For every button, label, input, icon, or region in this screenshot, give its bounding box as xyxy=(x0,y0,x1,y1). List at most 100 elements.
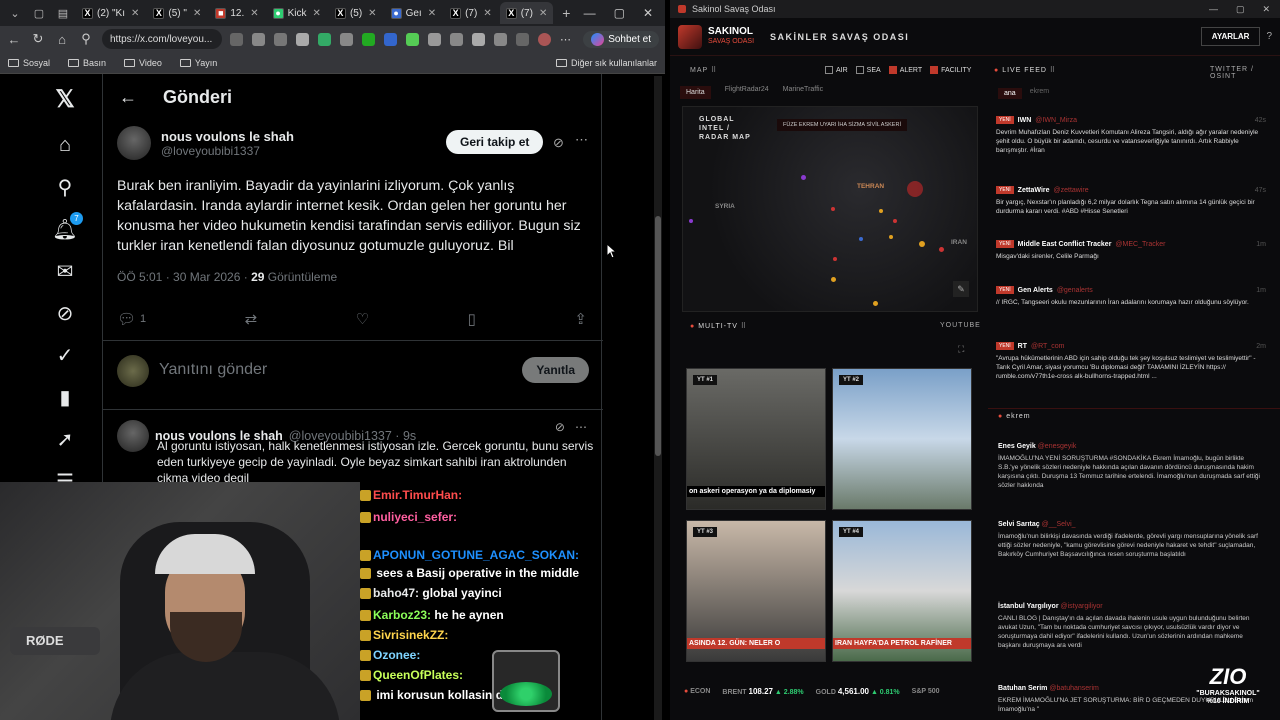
feed-tab[interactable]: ana xyxy=(998,88,1022,99)
chat-username[interactable]: SivrisinekZZ: xyxy=(373,628,448,642)
extension-icon[interactable] xyxy=(340,32,353,46)
browser-tab[interactable]: ● Kick ✕ xyxy=(267,2,327,24)
browser-tab[interactable]: X (5) " ✕ xyxy=(147,2,207,24)
settings-button[interactable]: AYARLAR xyxy=(1200,27,1261,46)
author-name[interactable]: nous voulons le shah xyxy=(161,129,294,144)
tab-close-icon[interactable]: ✕ xyxy=(428,8,436,19)
tab-close-icon[interactable]: ✕ xyxy=(131,8,139,19)
grok-icon[interactable]: ⊘ xyxy=(555,420,565,434)
map-marker[interactable] xyxy=(873,301,878,306)
filter-checkbox[interactable]: AIR xyxy=(825,66,848,74)
reply-button[interactable]: Yanıtla xyxy=(522,357,589,383)
like-heart-icon[interactable]: ♡ xyxy=(356,310,369,328)
ekrem-post[interactable]: Selvi Sarıtaç @__Selvi_ İmamoğlu'nun bili… xyxy=(998,521,1262,559)
chat-username[interactable]: APONUN_GOTUNE_AGAC_SOKAN: xyxy=(373,548,579,562)
help-icon[interactable]: ? xyxy=(1266,31,1272,42)
workspaces-icon[interactable]: ▢ xyxy=(28,3,50,23)
vertical-tabs-icon[interactable]: ▤ xyxy=(52,3,74,23)
chat-username[interactable]: Emir.TimurHan: xyxy=(373,488,462,502)
maximize-icon[interactable]: ▢ xyxy=(1236,4,1245,15)
x-logo-icon[interactable]: 𝕏 xyxy=(52,86,78,113)
profile-avatar[interactable] xyxy=(538,32,551,46)
app-icon[interactable] xyxy=(230,32,243,46)
tweet-author[interactable]: nous voulons le shah @loveyoubibi1337 xyxy=(117,126,294,160)
youtube-video[interactable]: YT #3 ASINDA 12. GÜN: NELER O xyxy=(686,520,826,662)
chat-username[interactable]: nuliyeci_sefer: xyxy=(373,510,457,524)
close-icon[interactable]: ✕ xyxy=(1262,4,1270,15)
reply-input[interactable]: Yanıtını gönder xyxy=(159,361,267,379)
extension-icon[interactable] xyxy=(428,32,441,46)
map-marker[interactable] xyxy=(893,219,897,223)
bookmark-folder[interactable]: Sosyal xyxy=(8,58,50,68)
tweet-time[interactable]: ÖÖ 5:01 · 30 Mar 2026 · xyxy=(117,270,251,284)
map-marker[interactable] xyxy=(689,219,693,223)
other-favorites[interactable]: Diğer sık kullanılanlar xyxy=(555,58,657,68)
ekrem-post[interactable]: Enes Geyik @enesgeyik İMAMOĞLU'NA YENİ SO… xyxy=(998,443,1262,490)
refresh-icon[interactable]: ↻ xyxy=(30,31,46,47)
bookmark-folder[interactable]: Basın xyxy=(68,58,106,68)
home-icon[interactable]: ⌂ xyxy=(54,32,70,47)
maximize-icon[interactable]: ▢ xyxy=(614,6,625,20)
feed-post[interactable]: YENİ RT @RT_com 2m "Avrupa hükümetlerinin AB… xyxy=(996,342,1266,381)
extension-icon[interactable] xyxy=(362,32,375,46)
new-tab-icon[interactable]: + xyxy=(555,3,577,23)
read-aloud-icon[interactable] xyxy=(274,32,287,46)
map-marker[interactable] xyxy=(919,241,925,247)
feed-post[interactable]: YENİ Middle East Conflict Tracker @MEC_Tra… xyxy=(996,240,1266,261)
tab-close-icon[interactable]: ✕ xyxy=(368,8,376,19)
extension-icon[interactable] xyxy=(318,32,331,46)
chat-button[interactable]: Sohbet et xyxy=(583,30,659,48)
extension-icon[interactable] xyxy=(406,32,419,46)
follow-back-button[interactable]: Geri takip et xyxy=(446,130,544,154)
map-tab[interactable]: Harita xyxy=(680,86,711,99)
messages-mail-icon[interactable]: ✉ xyxy=(52,258,78,284)
alert-marker[interactable] xyxy=(907,181,923,197)
premium-check-icon[interactable]: ✓ xyxy=(52,342,78,368)
youtube-video[interactable]: YT #1 on askeri operasyon ya da diplomasi… xyxy=(686,368,826,510)
map-marker[interactable] xyxy=(859,237,863,241)
grok-icon[interactable]: ⊘ xyxy=(52,300,78,326)
rocket-icon[interactable]: ➚ xyxy=(52,426,78,452)
map-tab[interactable]: MarineTraffic xyxy=(783,86,823,99)
back-icon[interactable]: ← xyxy=(6,32,22,47)
feed-post[interactable]: YENİ Gen Alerts @genalerts 1m // IRGC, Tangs… xyxy=(996,286,1266,307)
map-marker[interactable] xyxy=(939,247,944,252)
scrollbar-thumb[interactable] xyxy=(655,216,661,456)
map-marker[interactable] xyxy=(831,277,836,282)
youtube-video[interactable]: YT #4 IRAN HAYFA'DA PETROL RAFİNER xyxy=(832,520,972,662)
filter-checkbox[interactable]: SEA xyxy=(855,66,881,74)
tab-close-icon[interactable]: ✕ xyxy=(250,8,258,19)
bookmark-folder[interactable]: Yayın xyxy=(179,58,217,68)
map-tab[interactable]: FlightRadar24 xyxy=(725,86,769,99)
url-field[interactable]: https://x.com/loveyou... xyxy=(102,29,222,49)
more-options-icon[interactable]: ⋯ xyxy=(575,132,588,148)
home-nav-icon[interactable]: ⌂ xyxy=(52,132,78,158)
chat-username[interactable]: Karboz23: xyxy=(373,608,431,622)
reply-tweet[interactable]: nous voulons le shah @loveyoubibi1337 · … xyxy=(117,420,597,486)
scrollbar[interactable] xyxy=(654,76,662,720)
feed-post[interactable]: YENİ IWN @IWN_Mirza 42s Devrim Muhafızları D… xyxy=(996,116,1266,155)
minimize-icon[interactable]: — xyxy=(584,6,596,20)
browser-tab[interactable]: X (7) ✕ xyxy=(499,2,554,24)
split-screen-icon[interactable] xyxy=(450,32,463,46)
avatar[interactable] xyxy=(117,420,149,452)
more-icon[interactable]: ⋯ xyxy=(560,33,571,46)
explore-search-icon[interactable]: ⚲ xyxy=(52,174,78,200)
filter-checkbox[interactable]: FACILITY xyxy=(930,66,971,74)
tab-search-icon[interactable]: ⌄ xyxy=(4,3,26,23)
edit-pencil-icon[interactable]: ✎ xyxy=(953,281,969,297)
site-info-icon[interactable]: ⚲ xyxy=(78,31,94,47)
browser-tab[interactable]: X (5) ✕ xyxy=(329,2,383,24)
filter-checkbox[interactable]: ALERT xyxy=(888,66,922,74)
repost-icon[interactable]: ⇄ xyxy=(245,310,258,328)
chat-username[interactable]: baho47: xyxy=(373,586,419,600)
chat-username[interactable]: QueenOfPlates: xyxy=(373,668,463,682)
tab-close-icon[interactable]: ✕ xyxy=(483,8,491,19)
more-options-icon[interactable]: ⋯ xyxy=(575,420,587,434)
map-marker[interactable] xyxy=(833,257,837,261)
reply-button[interactable]: 💬︎ 1 xyxy=(117,310,146,328)
favorite-star-icon[interactable] xyxy=(296,32,309,46)
downloads-icon[interactable] xyxy=(516,32,529,46)
minimize-icon[interactable]: — xyxy=(1209,4,1218,15)
chat-username[interactable]: Ozonee: xyxy=(373,648,420,662)
